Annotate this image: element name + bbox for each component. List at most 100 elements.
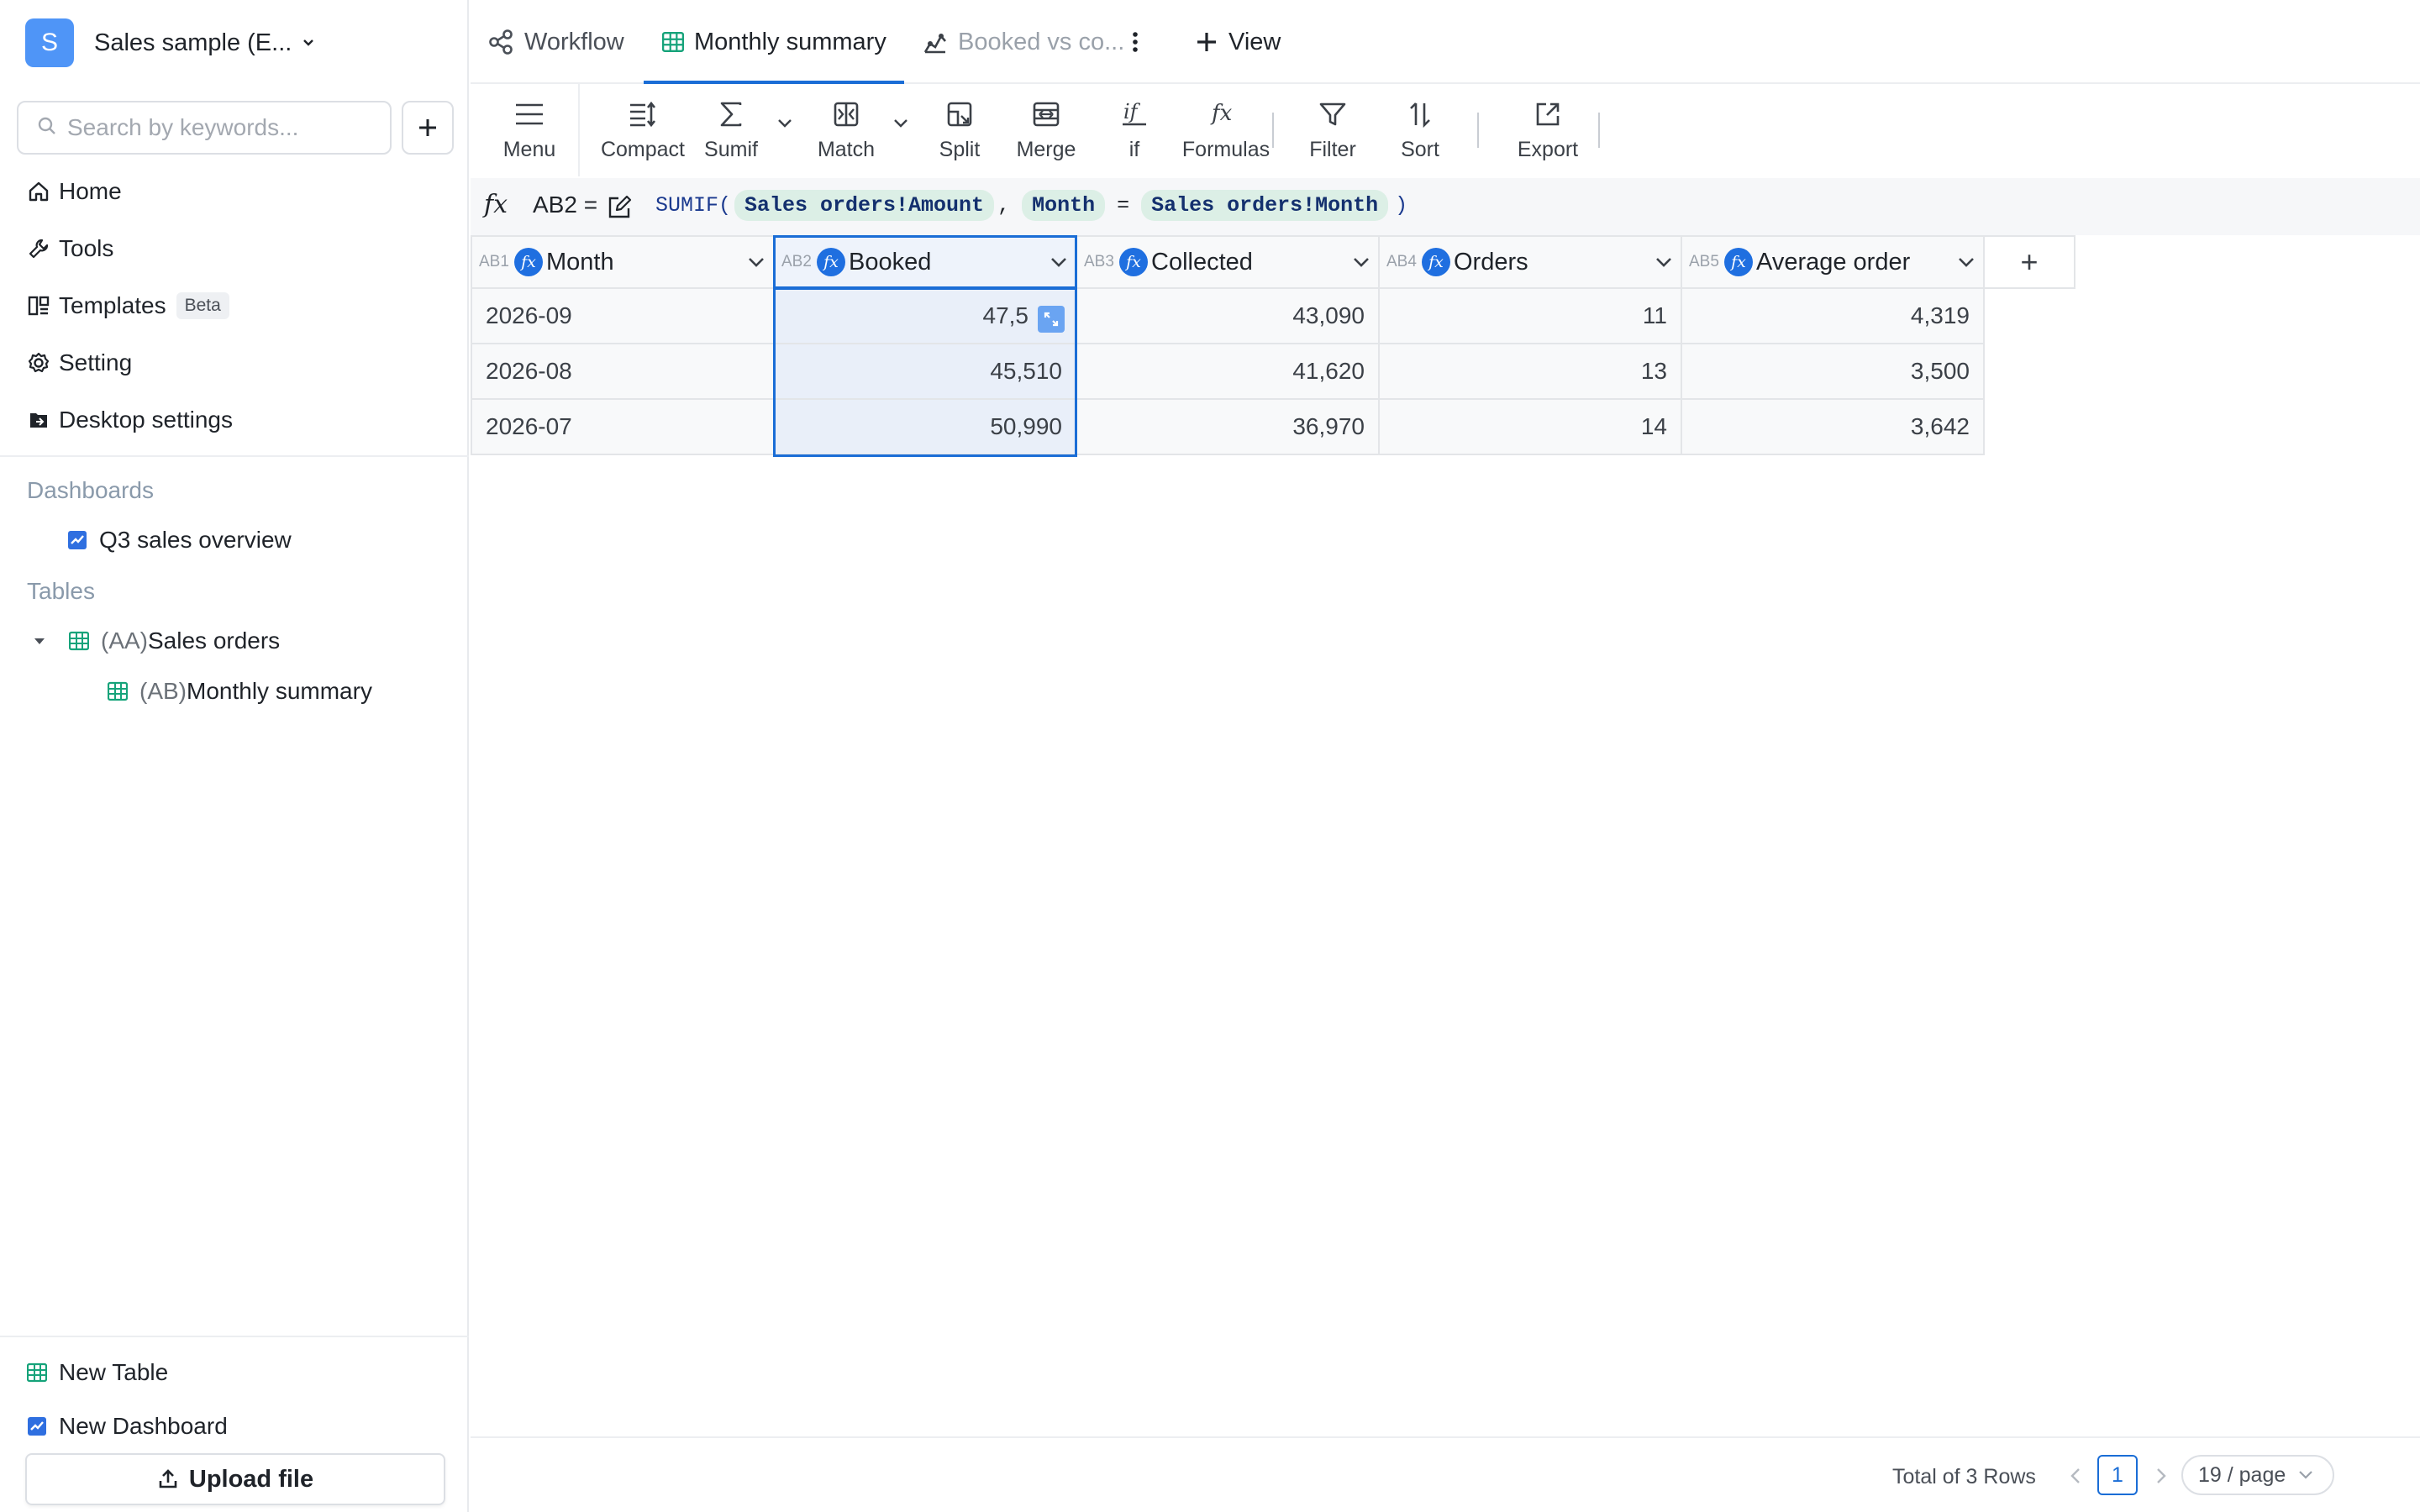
more-tabs-button[interactable]: [1131, 22, 1139, 62]
add-view-button[interactable]: View: [1195, 22, 1281, 62]
sumif-button[interactable]: Sumif: [689, 96, 773, 168]
table-cell[interactable]: 11: [1380, 289, 1682, 344]
chevron-down-icon[interactable]: [1344, 256, 1378, 268]
nav-desktop-settings[interactable]: Desktop settings: [25, 399, 233, 441]
compact-icon: [629, 96, 657, 133]
table-cell-selected[interactable]: 50,990: [775, 400, 1077, 455]
new-dashboard-button[interactable]: New Dashboard: [27, 1408, 228, 1445]
match-button[interactable]: Match: [800, 96, 892, 168]
sort-button[interactable]: Sort: [1378, 96, 1462, 168]
upload-file-button[interactable]: Upload file: [25, 1453, 445, 1505]
table-cell[interactable]: 36,970: [1077, 400, 1380, 455]
table-cell[interactable]: 2026-09: [471, 289, 775, 344]
column-header-booked[interactable]: AB2 fx Booked: [775, 235, 1077, 289]
upload-file-label: Upload file: [188, 1465, 314, 1493]
new-table-button[interactable]: New Table: [27, 1354, 168, 1391]
table-item-monthly-summary[interactable]: (AB) Monthly summary: [108, 672, 372, 711]
add-button[interactable]: [402, 101, 454, 155]
caret-down-icon[interactable]: [32, 633, 55, 648]
nav-setting[interactable]: Setting: [25, 342, 132, 384]
chevron-left-icon[interactable]: [2069, 1467, 2082, 1489]
tab-workflow[interactable]: Workflow: [487, 22, 624, 62]
chevron-down-icon: [300, 33, 320, 53]
workspace-switcher[interactable]: S Sales sample (E...: [25, 18, 320, 67]
table-cell[interactable]: 4,319: [1682, 289, 1985, 344]
expand-cell-icon[interactable]: [1038, 306, 1065, 333]
filter-label: Filter: [1309, 138, 1356, 161]
if-icon: if: [1120, 96, 1149, 133]
column-header-orders[interactable]: AB4 fx Orders: [1380, 235, 1682, 289]
sidebar-divider: [0, 1336, 469, 1337]
nav-tools[interactable]: Tools: [25, 228, 113, 270]
column-header-collected[interactable]: AB3 fx Collected: [1077, 235, 1380, 289]
page-number-current[interactable]: 1: [2097, 1455, 2138, 1495]
chevron-right-icon[interactable]: [2154, 1467, 2168, 1489]
workspace-avatar: S: [25, 18, 74, 67]
dashboard-icon: [67, 529, 89, 551]
nav-templates[interactable]: Templates Beta: [25, 285, 229, 327]
table-item-sales-orders[interactable]: (AA) Sales orders: [32, 622, 280, 660]
sumif-label: Sumif: [704, 138, 758, 161]
table-icon: [108, 680, 129, 702]
tab-bar: Workflow Monthly summary Booked vs co...…: [471, 0, 2420, 84]
search-input[interactable]: [67, 114, 378, 141]
table-cell-selected[interactable]: 45,510: [775, 344, 1077, 400]
table-cell[interactable]: 13: [1380, 344, 1682, 400]
merge-button[interactable]: Merge: [1000, 96, 1092, 168]
formula-expression[interactable]: SUMIF( Sales orders!Amount , Month = Sal…: [655, 190, 1407, 221]
add-column-button[interactable]: +: [1983, 235, 2075, 289]
tables-section-title: Tables: [27, 578, 95, 604]
tab-booked-vs-collected[interactable]: Booked vs co...: [923, 22, 1124, 62]
table-cell[interactable]: 3,500: [1682, 344, 1985, 400]
chevron-down-icon[interactable]: [1647, 256, 1681, 268]
if-button[interactable]: if if: [1101, 96, 1168, 168]
chevron-down-icon[interactable]: [1042, 256, 1076, 268]
formulas-button[interactable]: fx Formulas: [1171, 96, 1281, 168]
table-cell[interactable]: 43,090: [1077, 289, 1380, 344]
toolbar-separator: [1272, 113, 1274, 148]
chevron-down-icon: [2297, 1469, 2314, 1481]
table-icon: [27, 1362, 49, 1383]
sigma-icon: [718, 96, 744, 133]
chart-icon: [923, 29, 948, 55]
table-cell[interactable]: 41,620: [1077, 344, 1380, 400]
dashboard-item-label: Q3 sales overview: [99, 527, 292, 553]
column-ref: AB1: [479, 253, 509, 270]
table-item-label: Sales orders: [148, 627, 281, 654]
formula-column-icon: fx: [1724, 248, 1753, 276]
table-cell[interactable]: 2026-07: [471, 400, 775, 455]
chevron-down-icon[interactable]: [1949, 256, 1983, 268]
export-button[interactable]: Export: [1497, 96, 1598, 168]
search-icon: [37, 116, 57, 140]
filter-button[interactable]: Filter: [1291, 96, 1375, 168]
table-cell[interactable]: 3,642: [1682, 400, 1985, 455]
page-size-select[interactable]: 19 / page: [2181, 1455, 2334, 1495]
menu-button[interactable]: Menu: [487, 96, 571, 168]
chevron-down-icon[interactable]: [739, 256, 773, 268]
nav-templates-label: Templates: [59, 292, 166, 318]
upload-icon: [157, 1468, 179, 1490]
split-button[interactable]: Split: [918, 96, 1002, 168]
table-cell-selected[interactable]: 47,5: [775, 289, 1077, 344]
table-prefix: (AA): [101, 627, 148, 654]
nav-setting-label: Setting: [59, 349, 133, 375]
table-item-label: Monthly summary: [187, 678, 372, 704]
more-vertical-icon: [1131, 29, 1139, 55]
search-box[interactable]: [17, 101, 392, 155]
table-cell[interactable]: 14: [1380, 400, 1682, 455]
tab-monthly-summary[interactable]: Monthly summary: [662, 22, 886, 62]
column-header-average-order[interactable]: AB5 fx Average order: [1682, 235, 1985, 289]
sumif-dropdown-chevron-icon[interactable]: [776, 118, 793, 134]
column-header-month[interactable]: AB1 fx Month: [471, 235, 775, 289]
nav-home[interactable]: Home: [25, 171, 122, 213]
match-label: Match: [817, 138, 876, 161]
formula-bar[interactable]: fx AB2 = SUMIF( Sales orders!Amount , Mo…: [471, 178, 2420, 235]
dashboard-item-q3-sales[interactable]: Q3 sales overview: [67, 521, 292, 559]
edit-icon[interactable]: [607, 195, 632, 224]
tab-workflow-label: Workflow: [524, 28, 624, 55]
compact-button[interactable]: Compact: [588, 96, 697, 168]
match-dropdown-chevron-icon[interactable]: [892, 118, 909, 134]
table-cell[interactable]: 2026-08: [471, 344, 775, 400]
wrench-icon: [25, 235, 52, 262]
function-icon: fx: [1210, 96, 1242, 133]
